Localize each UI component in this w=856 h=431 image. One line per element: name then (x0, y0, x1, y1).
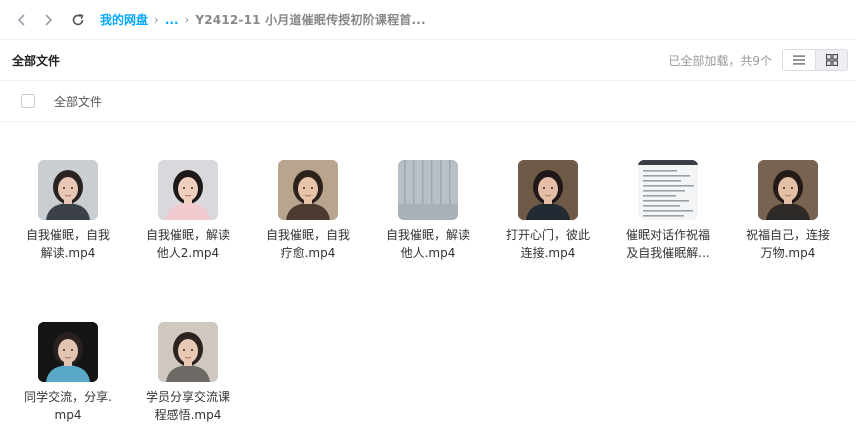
forward-button[interactable] (36, 8, 60, 32)
file-name-line: 及自我催眠解... (626, 246, 710, 260)
list-view-button[interactable] (783, 50, 815, 70)
file-name-line: 他人.mp4 (400, 246, 456, 260)
file-name: 祝福自己，连接 万物.mp4 (728, 226, 848, 262)
video-thumbnail (518, 160, 578, 220)
file-name-line: mp4 (54, 408, 82, 422)
file-name: 自我催眠，解读 他人2.mp4 (128, 226, 248, 262)
file-name: 打开心门，彼此 连接.mp4 (488, 226, 608, 262)
file-name: 催眠对话作祝福 及自我催眠解... (608, 226, 728, 262)
file-name-line: 同学交流，分享. (24, 390, 112, 404)
file-item[interactable]: 自我催眠，解读 他人2.mp4 (128, 160, 248, 262)
file-name-line: 打开心门，彼此 (505, 228, 590, 242)
load-status: 已全部加载，共9个 (668, 53, 772, 68)
file-item[interactable]: 打开心门，彼此 连接.mp4 (488, 160, 608, 262)
chevron-left-icon (17, 13, 25, 26)
top-bar: 我的网盘 › ... › Y2412-11 小月道催眠传授初阶课程首... (0, 0, 856, 40)
file-name-line: 祝福自己，连接 (745, 228, 830, 242)
breadcrumb-root[interactable]: 我的网盘 (100, 11, 148, 28)
list-icon (793, 55, 805, 65)
file-name: 自我催眠，自我 疗愈.mp4 (248, 226, 368, 262)
page-title: 全部文件 (12, 53, 61, 68)
file-item[interactable]: 同学交流，分享. mp4 (8, 322, 128, 424)
breadcrumb-separator-icon: › (184, 12, 190, 27)
video-thumbnail (38, 322, 98, 382)
file-item[interactable]: 学员分享交流课 程感悟.mp4 (128, 322, 248, 424)
file-name-line: 连接.mp4 (520, 246, 576, 260)
file-name-line: 疗愈.mp4 (280, 246, 336, 260)
breadcrumb-current: Y2412-11 小月道催眠传授初阶课程首... (195, 13, 426, 27)
file-name-line: 他人2.mp4 (156, 246, 220, 260)
video-thumbnail (638, 160, 698, 220)
file-name-line: 解读.mp4 (40, 246, 96, 260)
file-item[interactable]: 祝福自己，连接 万物.mp4 (728, 160, 848, 262)
breadcrumb-separator-icon: › (154, 12, 159, 27)
refresh-button[interactable] (66, 8, 90, 32)
select-all-checkbox[interactable] (21, 94, 35, 108)
file-name: 自我催眠，自我 解读.mp4 (8, 226, 128, 262)
file-name: 学员分享交流课 程感悟.mp4 (128, 388, 248, 424)
view-toggle (782, 49, 848, 71)
breadcrumb-ellipsis[interactable]: ... (165, 13, 179, 27)
select-all-label: 全部文件 (54, 94, 103, 109)
back-button[interactable] (10, 8, 34, 32)
file-name-line: 催眠对话作祝福 (625, 228, 710, 242)
video-thumbnail (38, 160, 98, 220)
file-name: 同学交流，分享. mp4 (8, 388, 128, 424)
file-item[interactable]: 自我催眠，解读 他人.mp4 (368, 160, 488, 262)
file-name: 自我催眠，解读 他人.mp4 (368, 226, 488, 262)
file-name-line: 自我催眠，自我 (25, 228, 110, 242)
grid-icon (825, 54, 838, 66)
video-thumbnail (398, 160, 458, 220)
file-name-line: 自我催眠，解读 (145, 228, 230, 242)
file-name-line: 学员分享交流课 (145, 390, 230, 404)
video-thumbnail (158, 160, 218, 220)
file-name-line: 自我催眠，解读 (385, 228, 470, 242)
chevron-right-icon (45, 13, 53, 26)
file-item[interactable]: 自我催眠，自我 解读.mp4 (8, 160, 128, 262)
select-all-row: 全部文件 (0, 81, 856, 122)
file-name-line: 程感悟.mp4 (154, 408, 222, 422)
video-thumbnail (278, 160, 338, 220)
file-item[interactable]: 催眠对话作祝福 及自我催眠解... (608, 160, 728, 262)
grid-view-button[interactable] (815, 50, 847, 70)
file-toolbar: 全部文件 已全部加载，共9个 (0, 40, 856, 81)
file-name-line: 自我催眠，自我 (265, 228, 350, 242)
file-item[interactable]: 自我催眠，自我 疗愈.mp4 (248, 160, 368, 262)
toolbar-right: 已全部加载，共9个 (668, 49, 848, 71)
file-name-line: 万物.mp4 (760, 246, 816, 260)
refresh-icon (72, 13, 84, 25)
video-thumbnail (158, 322, 218, 382)
video-thumbnail (758, 160, 818, 220)
